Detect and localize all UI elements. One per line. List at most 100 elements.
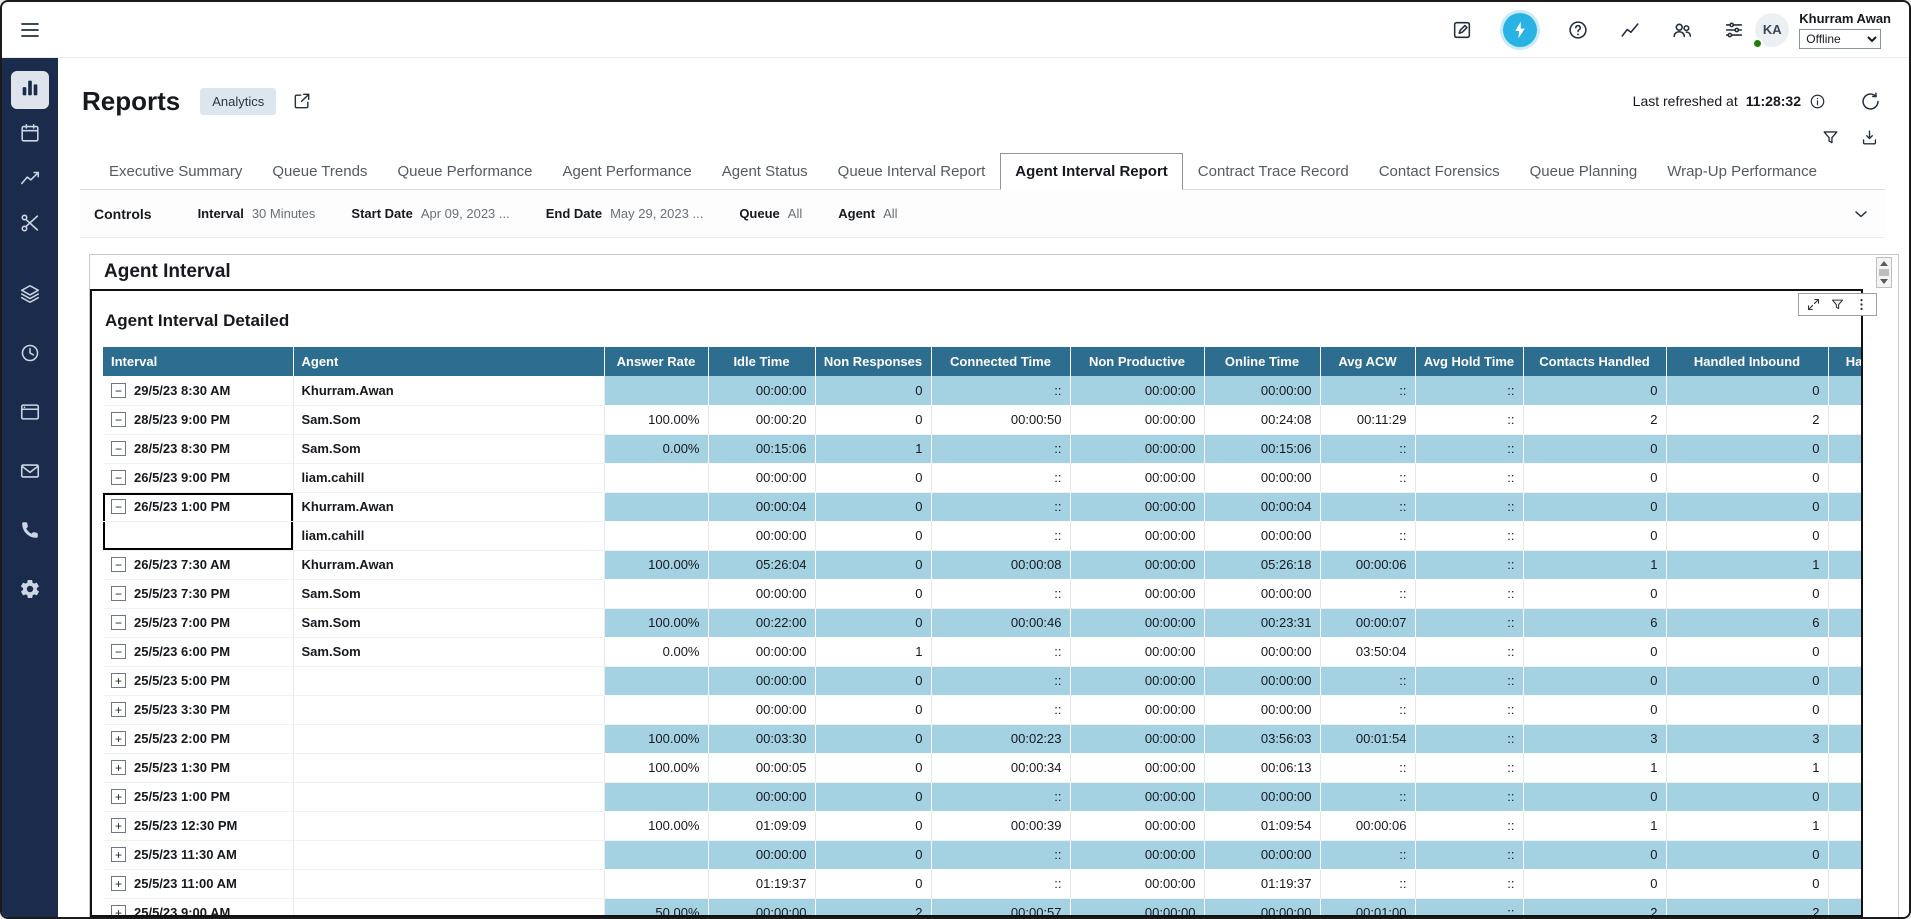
metric-cell-answer_rate[interactable] [604,666,708,695]
metric-cell-non_productive[interactable]: 00:00:00 [1070,637,1204,666]
metric-cell-avg_hold_time[interactable]: :: [1415,666,1523,695]
metric-cell-handled_extra[interactable] [1828,434,1861,463]
metric-cell-handled_inbound[interactable]: 0 [1666,463,1828,492]
metric-cell-handled_inbound[interactable]: 0 [1666,869,1828,898]
metric-cell-avg_hold_time[interactable]: :: [1415,782,1523,811]
interval-cell[interactable]: −28/5/23 9:00 PM [103,405,293,434]
question-circle-icon[interactable] [1567,19,1589,41]
metric-cell-answer_rate[interactable]: 100.00% [604,550,708,579]
metric-cell-handled_inbound[interactable]: 0 [1666,782,1828,811]
metric-cell-non_responses[interactable]: 0 [815,550,931,579]
collapse-row-button[interactable]: − [111,586,126,601]
metric-cell-non_responses[interactable]: 0 [815,608,931,637]
column-header-handled_inbound[interactable]: Handled Inbound [1666,347,1828,376]
metric-cell-handled_inbound[interactable]: 2 [1666,898,1828,917]
metric-cell-answer_rate[interactable] [604,579,708,608]
metric-cell-handled_extra[interactable] [1828,898,1861,917]
avatar[interactable]: KA [1755,13,1789,47]
agent-cell[interactable]: Sam.Som [293,608,604,637]
metric-cell-non_productive[interactable]: 00:00:00 [1070,811,1204,840]
metric-cell-avg_hold_time[interactable]: :: [1415,492,1523,521]
metric-cell-non_productive[interactable]: 00:00:00 [1070,434,1204,463]
metric-cell-online_time[interactable]: 00:00:00 [1204,782,1320,811]
metric-cell-idle_time[interactable]: 01:19:37 [708,869,815,898]
metric-cell-idle_time[interactable]: 00:00:00 [708,579,815,608]
tab-agent-status[interactable]: Agent Status [707,153,823,190]
lightning-bolt-icon[interactable] [1503,13,1537,47]
metric-cell-avg_hold_time[interactable]: :: [1415,724,1523,753]
report-scrollbar[interactable] [1876,257,1892,288]
metric-cell-handled_extra[interactable] [1828,782,1861,811]
metric-cell-avg_hold_time[interactable]: :: [1415,521,1523,550]
collapse-row-button[interactable]: − [111,557,126,572]
more-options-icon[interactable] [1854,297,1869,312]
metric-cell-non_productive[interactable]: 00:00:00 [1070,405,1204,434]
column-header-avg_acw[interactable]: Avg ACW [1320,347,1415,376]
metric-cell-handled_extra[interactable] [1828,492,1861,521]
metric-cell-handled_inbound[interactable]: 0 [1666,840,1828,869]
expand-row-button[interactable]: + [111,789,126,804]
metric-cell-avg_acw[interactable]: :: [1320,579,1415,608]
metric-cell-answer_rate[interactable]: 0.00% [604,637,708,666]
metric-cell-non_productive[interactable]: 00:00:00 [1070,666,1204,695]
metric-cell-idle_time[interactable]: 00:15:06 [708,434,815,463]
metric-cell-online_time[interactable]: 00:15:06 [1204,434,1320,463]
interval-cell[interactable]: +25/5/23 3:30 PM [103,695,293,724]
column-header-contacts_handled[interactable]: Contacts Handled [1523,347,1666,376]
metric-cell-non_productive[interactable]: 00:00:00 [1070,782,1204,811]
interval-cell[interactable]: +25/5/23 12:30 PM [103,811,293,840]
scroll-down-icon[interactable] [1880,279,1888,284]
metric-cell-non_productive[interactable]: 00:00:00 [1070,695,1204,724]
metric-cell-connected_time[interactable]: :: [931,840,1070,869]
metric-cell-handled_extra[interactable] [1828,840,1861,869]
metric-cell-non_responses[interactable]: 0 [815,405,931,434]
agent-cell[interactable]: Khurram.Awan [293,550,604,579]
column-header-avg_hold_time[interactable]: Avg Hold Time [1415,347,1523,376]
sidebar-item-history[interactable] [11,336,49,374]
metric-cell-avg_acw[interactable]: :: [1320,782,1415,811]
tab-agent-interval-report[interactable]: Agent Interval Report [1000,153,1183,190]
refresh-icon[interactable] [1860,91,1881,112]
metric-cell-contacts_handled[interactable]: 0 [1523,695,1666,724]
metric-cell-connected_time[interactable]: :: [931,666,1070,695]
agent-cell[interactable]: Khurram.Awan [293,492,604,521]
metric-cell-handled_inbound[interactable]: 6 [1666,608,1828,637]
metric-cell-idle_time[interactable]: 00:00:05 [708,753,815,782]
metric-cell-avg_acw[interactable]: :: [1320,376,1415,405]
column-header-online_time[interactable]: Online Time [1204,347,1320,376]
scroll-up-icon[interactable] [1880,261,1888,266]
metric-cell-avg_acw[interactable]: 00:00:06 [1320,811,1415,840]
metric-cell-idle_time[interactable]: 00:00:00 [708,376,815,405]
interval-cell[interactable]: −26/5/23 7:30 AM [103,550,293,579]
agent-cell[interactable] [293,898,604,917]
metric-cell-answer_rate[interactable] [604,521,708,550]
metric-cell-answer_rate[interactable]: 100.00% [604,608,708,637]
metric-cell-online_time[interactable]: 00:00:00 [1204,898,1320,917]
metric-cell-handled_extra[interactable] [1828,579,1861,608]
sidebar-item-settings[interactable] [11,572,49,610]
interval-cell[interactable]: +25/5/23 1:00 PM [103,782,293,811]
download-icon[interactable] [1860,128,1879,147]
metric-cell-non_productive[interactable]: 00:00:00 [1070,376,1204,405]
metric-cell-contacts_handled[interactable]: 0 [1523,666,1666,695]
metric-cell-answer_rate[interactable] [604,695,708,724]
metric-cell-answer_rate[interactable]: 100.00% [604,724,708,753]
metric-cell-non_productive[interactable]: 00:00:00 [1070,521,1204,550]
sidebar-item-windows[interactable] [11,395,49,433]
collapse-row-button[interactable]: − [111,470,126,485]
metric-cell-answer_rate[interactable] [604,840,708,869]
agent-cell[interactable]: liam.cahill [293,521,604,550]
metric-cell-avg_acw[interactable]: :: [1320,434,1415,463]
agent-cell[interactable] [293,840,604,869]
metric-cell-online_time[interactable]: 00:00:00 [1204,840,1320,869]
metric-cell-idle_time[interactable]: 00:00:00 [708,695,815,724]
metric-cell-non_responses[interactable]: 0 [815,724,931,753]
metric-cell-non_productive[interactable]: 00:00:00 [1070,724,1204,753]
metric-cell-non_responses[interactable]: 0 [815,840,931,869]
metric-cell-connected_time[interactable]: :: [931,637,1070,666]
agent-cell[interactable] [293,666,604,695]
metric-cell-avg_hold_time[interactable]: :: [1415,405,1523,434]
metric-cell-idle_time[interactable]: 00:00:00 [708,521,815,550]
metric-cell-non_responses[interactable]: 2 [815,898,931,917]
interval-cell[interactable] [103,521,293,550]
